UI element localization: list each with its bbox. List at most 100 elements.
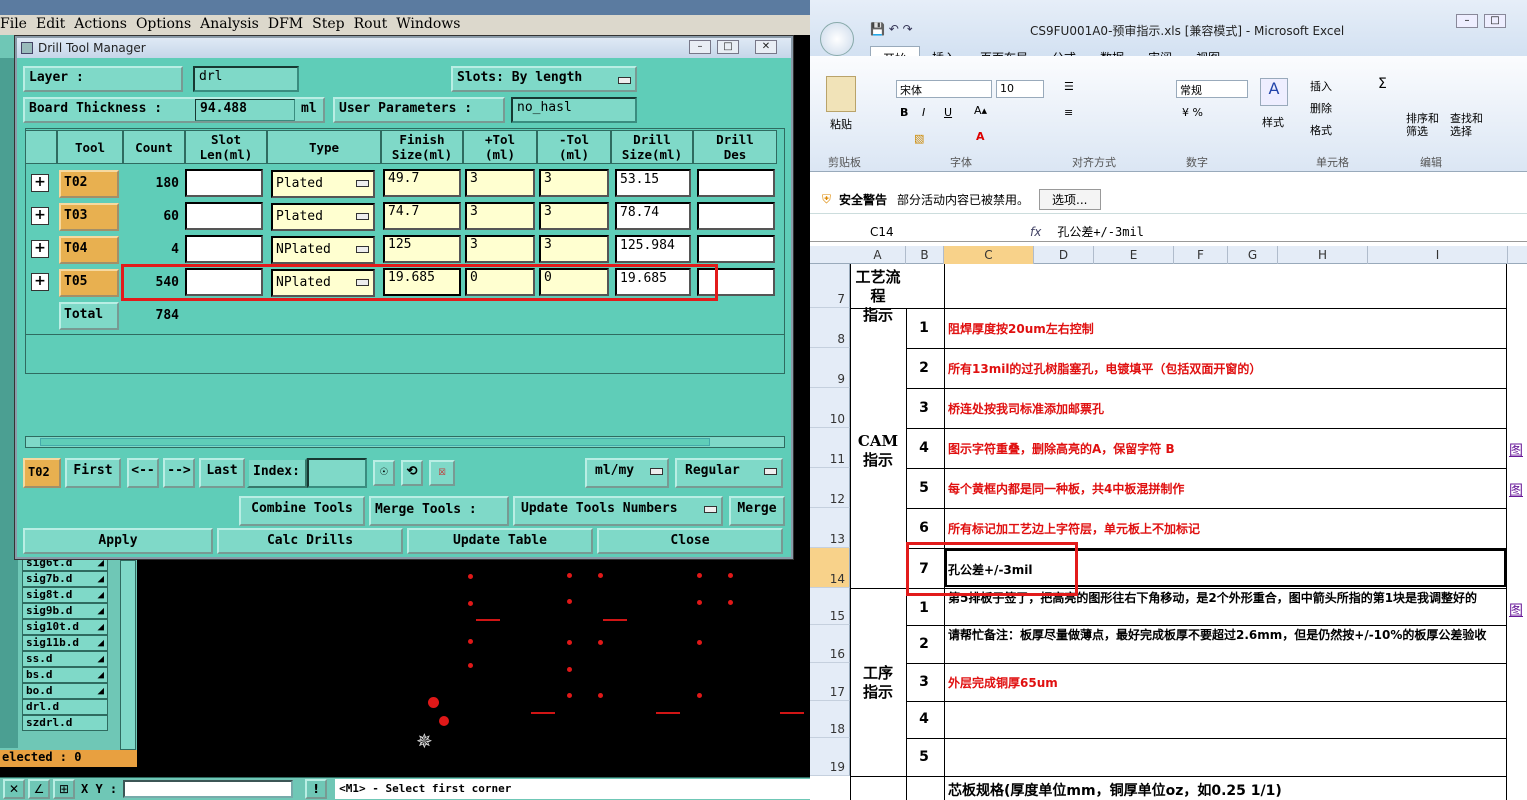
maximize-icon[interactable]: □ (717, 40, 739, 54)
expand-icon[interactable]: + (31, 174, 49, 192)
item-text[interactable]: 桥连处按我司标准添加邮票孔 (948, 400, 1104, 417)
tool-name[interactable]: T03 (59, 203, 119, 231)
minimize-icon[interactable]: – (689, 40, 711, 54)
col-header[interactable]: E (1094, 246, 1174, 264)
row-header[interactable]: 15 (810, 588, 850, 625)
row-header[interactable]: 8 (810, 308, 850, 348)
minus-tol-field[interactable]: 3 (539, 169, 609, 197)
font-grow-icon[interactable]: A▴ (974, 104, 987, 117)
image-link[interactable]: 图 (1509, 440, 1523, 460)
tool-name[interactable]: T05 (59, 269, 119, 297)
options-button[interactable]: 选项... (1039, 189, 1101, 210)
hscroll-thumb[interactable] (40, 438, 710, 446)
menu-analysis[interactable]: Analysis (200, 15, 268, 35)
align-top-icon[interactable]: ☰ (1064, 80, 1074, 93)
xy-input[interactable] (123, 780, 294, 798)
row-header[interactable]: 14 (810, 548, 850, 588)
slot-len-field[interactable] (185, 169, 263, 197)
menu-actions[interactable]: Actions (74, 15, 136, 35)
quick-access-icon[interactable]: 💾 ↶ ↷ (870, 22, 913, 36)
apply-button[interactable]: Apply (23, 528, 213, 554)
finish-size-field[interactable]: 125 (383, 235, 461, 263)
plus-tol-field[interactable]: 3 (465, 235, 535, 263)
tool-name[interactable]: T04 (59, 236, 119, 264)
find-select-button[interactable]: 查找和 选择 (1450, 112, 1483, 138)
layer-item[interactable]: drl.d (22, 699, 108, 715)
first-button[interactable]: First (65, 458, 121, 488)
delete-icon[interactable]: ☒ (429, 460, 455, 486)
row-header[interactable]: 9 (810, 348, 850, 388)
last-button[interactable]: Last (199, 458, 245, 488)
formula-input[interactable]: 孔公差+/-3mil (1057, 223, 1144, 240)
tool-name[interactable]: T02 (59, 170, 119, 198)
layer-scrollbar[interactable] (120, 560, 136, 750)
alert-icon[interactable]: ! (305, 779, 328, 799)
number-format-select[interactable]: 常规 (1176, 80, 1248, 98)
menu-step[interactable]: Step (312, 15, 353, 35)
expand-icon[interactable]: + (31, 273, 49, 291)
row-header[interactable]: 12 (810, 468, 850, 508)
styles-icon[interactable]: A (1260, 78, 1288, 106)
office-button-icon[interactable] (820, 22, 854, 56)
menu-dfm[interactable]: DFM (268, 15, 312, 35)
drill-size-field[interactable]: 125.984 (615, 235, 691, 263)
expand-icon[interactable]: + (31, 240, 49, 258)
plus-tol-field[interactable]: 3 (465, 202, 535, 230)
image-link[interactable]: 图 (1509, 480, 1523, 500)
combine-tools-button[interactable]: Combine Tools (239, 496, 365, 526)
table-hscrollbar[interactable] (25, 436, 785, 448)
minus-tol-field[interactable]: 3 (539, 235, 609, 263)
merge-button[interactable]: Merge (729, 496, 785, 526)
light-icon[interactable]: ☉ (373, 460, 395, 486)
item-text[interactable]: 外层完成铜厚65um (948, 674, 1058, 691)
underline-icon[interactable]: U (944, 106, 952, 119)
update-table-button[interactable]: Update Table (407, 528, 593, 554)
refresh-icon[interactable]: ⟲ (401, 460, 423, 486)
row-header[interactable]: 17 (810, 663, 850, 701)
italic-icon[interactable]: I (922, 106, 925, 119)
finish-size-field[interactable]: 49.7 (383, 169, 461, 197)
menu-options[interactable]: Options (136, 15, 200, 35)
col-header[interactable]: B (906, 246, 944, 264)
row-header[interactable]: 7 (810, 264, 850, 308)
menu-windows[interactable]: Windows (396, 15, 469, 35)
item-text[interactable]: 请帮忙备注：板厚尽量做薄点，最好完成板厚不要超过2.6mm，但是仍然按+/-10… (948, 628, 1504, 643)
image-link[interactable]: 图 (1509, 600, 1523, 620)
layer-item[interactable]: bo.d ◢ (22, 683, 108, 699)
user-params-field[interactable]: no_hasl (511, 97, 637, 123)
calc-drills-button[interactable]: Calc Drills (217, 528, 403, 554)
minus-tol-field[interactable]: 3 (539, 202, 609, 230)
item-text[interactable]: 所有标记加工艺边上字符层，单元板上不加标记 (948, 520, 1200, 537)
mode-select[interactable]: Regular (675, 458, 783, 488)
item-text[interactable]: 所有13mil的过孔树脂塞孔，电镀填平（包括双面开窗的） (948, 360, 1261, 377)
drill-des-field[interactable] (697, 169, 775, 197)
styles-label[interactable]: 样式 (1262, 114, 1284, 130)
drill-size-field[interactable]: 78.74 (615, 202, 691, 230)
restore-icon[interactable]: □ (1484, 14, 1506, 28)
menu-edit[interactable]: Edit (36, 15, 74, 35)
currency-icon[interactable]: ¥ % (1182, 106, 1203, 119)
type-select[interactable]: Plated (271, 203, 375, 231)
plus-tol-field[interactable]: 3 (465, 169, 535, 197)
fill-color-icon[interactable]: ▧ (914, 132, 924, 145)
layer-field[interactable]: drl (193, 66, 299, 92)
thickness-field[interactable]: 94.488 (195, 99, 295, 121)
layer-item[interactable]: sig8t.d ◢ (22, 587, 108, 603)
item-text[interactable]: 图示字符重叠，删除高亮的A，保留字符 B (948, 440, 1175, 457)
minimize-icon[interactable]: – (1456, 14, 1478, 28)
delete-cells-button[interactable]: 删除 (1310, 100, 1332, 116)
layer-item[interactable]: sig11b.d ◢ (22, 635, 108, 651)
type-select[interactable]: NPlated (271, 236, 375, 264)
name-box[interactable]: C14 (870, 225, 970, 239)
col-header[interactable]: A (850, 246, 906, 264)
layer-item[interactable]: sig10t.d ◢ (22, 619, 108, 635)
close-icon[interactable]: ✕ (755, 40, 777, 54)
update-numbers-select[interactable]: Update Tools Numbers (513, 496, 723, 526)
layer-item[interactable]: szdrl.d (22, 715, 108, 731)
drill-des-field[interactable] (697, 202, 775, 230)
grid-icon[interactable]: ⊞ (53, 779, 75, 799)
item-text[interactable]: 阻焊厚度按20um左右控制 (948, 320, 1094, 337)
col-header[interactable]: G (1228, 246, 1278, 264)
row-header[interactable]: 19 (810, 738, 850, 776)
slot-len-field[interactable] (185, 235, 263, 263)
